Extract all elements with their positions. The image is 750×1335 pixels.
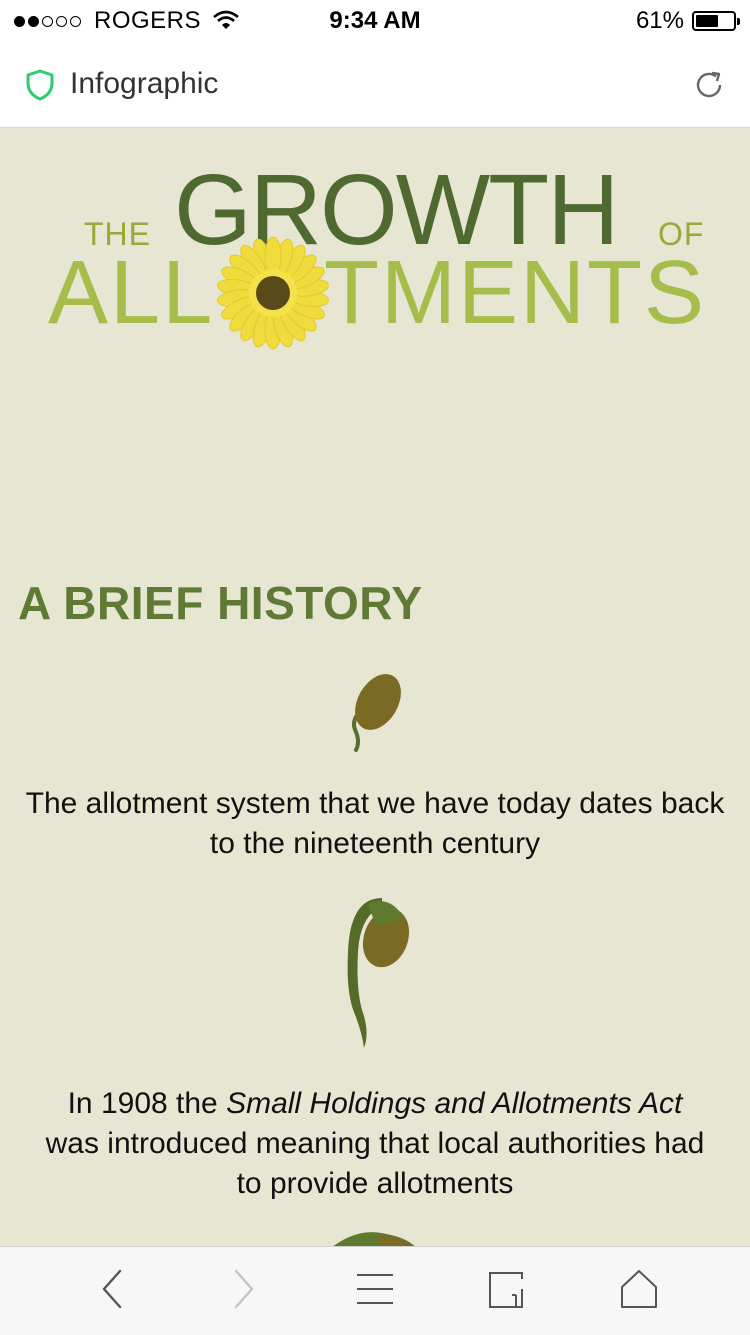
- paragraph-2-prefix: In 1908 the: [67, 1087, 227, 1120]
- seed-icon: [352, 674, 401, 752]
- forward-icon[interactable]: [226, 1267, 260, 1311]
- sprout-icon: [347, 898, 410, 1048]
- infographic-title: THE GROWTH OF ALL TMENTS: [0, 128, 750, 368]
- paragraph-2-line-1: In 1908 the Small Holdings and Allotment…: [0, 1084, 750, 1124]
- paragraph-2-line-2: was introduced meaning that local author…: [45, 1127, 705, 1160]
- status-bar: ROGERS 9:34 AM 61%: [0, 0, 750, 40]
- battery-tip: [737, 18, 740, 25]
- act-name: Small Holdings and Allotments Act: [226, 1087, 683, 1120]
- paragraph-2-line-3: to provide allotments: [236, 1167, 514, 1200]
- paragraph-1-text: The allotment system that we have today …: [25, 787, 725, 860]
- status-right: 61%: [635, 7, 740, 35]
- history-paragraph-1: The allotment system that we have today …: [0, 784, 750, 864]
- page-content: THE GROWTH OF ALL TMENTS A BRIEF HISTORY…: [0, 128, 750, 1246]
- browser-toolbar: [0, 1246, 750, 1335]
- reload-icon[interactable]: [692, 68, 726, 102]
- title-allotments-right: TMENTS: [324, 243, 706, 343]
- home-icon[interactable]: [618, 1267, 660, 1311]
- battery-icon: [692, 11, 740, 31]
- history-paragraph-2: In 1908 the Small Holdings and Allotment…: [0, 1084, 750, 1204]
- battery-fill: [696, 15, 718, 27]
- tabs-icon[interactable]: [486, 1267, 526, 1311]
- menu-icon[interactable]: [355, 1267, 395, 1311]
- plant-top-icon: [333, 1232, 415, 1246]
- sunflower-icon: [217, 236, 329, 350]
- page-title[interactable]: Infographic: [70, 67, 218, 101]
- back-icon[interactable]: [96, 1267, 130, 1311]
- battery-percent: 61%: [635, 7, 684, 34]
- browser-nav-bar: Infographic: [0, 40, 750, 128]
- shield-icon: [26, 69, 54, 101]
- section-heading: A BRIEF HISTORY: [18, 577, 423, 629]
- title-allotments-left: ALL: [48, 243, 215, 343]
